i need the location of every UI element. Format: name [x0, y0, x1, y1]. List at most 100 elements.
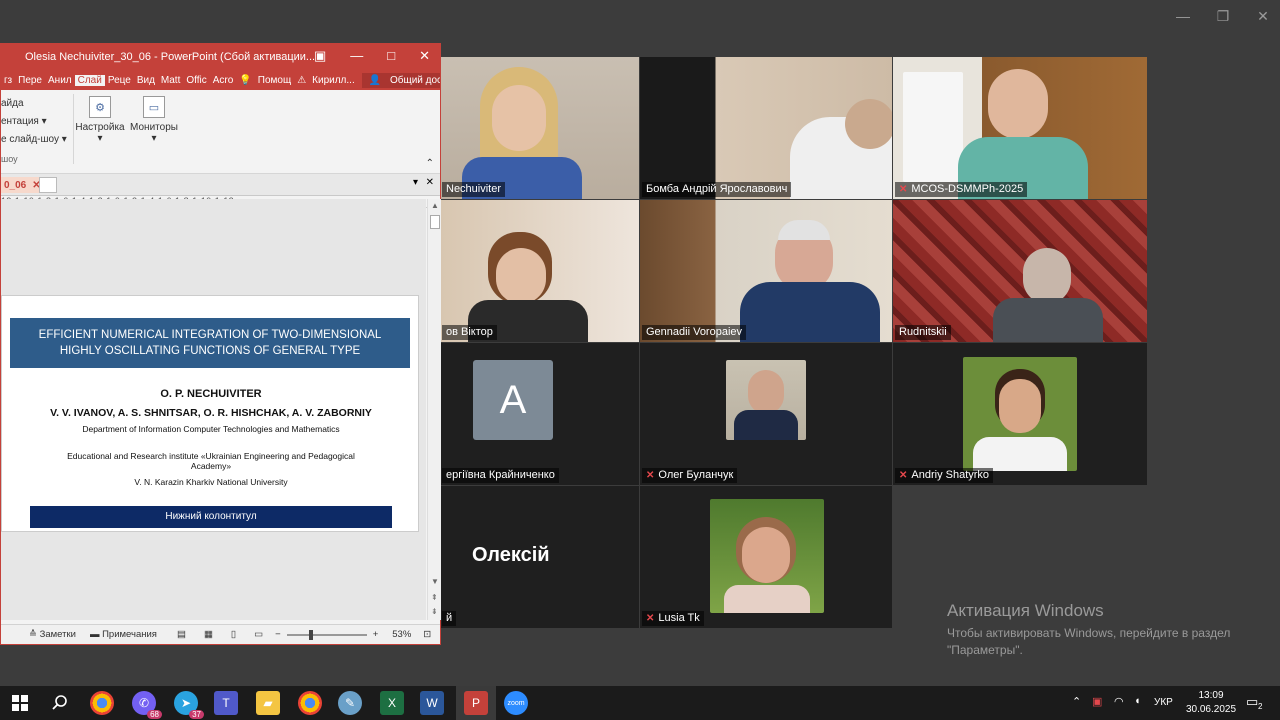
- viber-icon[interactable]: ✆ 68: [132, 691, 162, 719]
- new-tab-button[interactable]: [39, 177, 57, 193]
- restore-icon[interactable]: ❐: [1216, 8, 1230, 25]
- help-search[interactable]: Помощ: [255, 75, 294, 86]
- vertical-scrollbar[interactable]: ▲ ▼ ⇞ ⇟: [427, 199, 441, 620]
- account-warning[interactable]: Кирилл...: [309, 75, 358, 86]
- tab-review[interactable]: Реце: [105, 75, 134, 86]
- tab-animations[interactable]: Анил: [45, 75, 75, 86]
- scroll-thumb[interactable]: [430, 215, 440, 229]
- ribbon-item[interactable]: айда: [1, 98, 24, 109]
- avatar: [963, 357, 1077, 471]
- normal-view-icon[interactable]: ▤: [177, 629, 186, 640]
- zoom-slider[interactable]: [286, 629, 367, 640]
- participant-tile[interactable]: A ергіївна Крайниченко: [440, 343, 639, 485]
- chrome-icon[interactable]: [90, 691, 114, 715]
- word-icon[interactable]: W: [420, 691, 444, 715]
- zoom-icon[interactable]: zoom: [504, 691, 528, 715]
- participant-tile[interactable]: ✕ Andriy Shatyrko: [893, 343, 1147, 485]
- security-icon[interactable]: ▣: [1092, 695, 1102, 708]
- maximize-icon[interactable]: □: [387, 48, 395, 64]
- prev-slide-icon[interactable]: ⇞: [431, 593, 438, 602]
- zoom-in-icon[interactable]: +: [373, 629, 379, 640]
- zoom-out-icon[interactable]: −: [275, 629, 281, 640]
- slide-canvas[interactable]: EFFICIENT NUMERICAL INTEGRATION OF TWO-D…: [1, 199, 426, 620]
- ribbon-item[interactable]: ентация ▾: [1, 116, 47, 127]
- setup-button[interactable]: ⚙ Настройка ▾: [75, 96, 125, 144]
- document-tab[interactable]: 0_06 ✕: [1, 177, 44, 193]
- slide[interactable]: EFFICIENT NUMERICAL INTEGRATION OF TWO-D…: [1, 295, 419, 532]
- tab-view[interactable]: Вид: [134, 75, 158, 86]
- slideshow-view-icon[interactable]: ▭: [254, 629, 263, 640]
- wifi-icon[interactable]: ◠: [1114, 695, 1124, 708]
- warning-icon: ⚠: [297, 74, 307, 86]
- reading-view-icon[interactable]: ▯: [231, 629, 236, 640]
- next-slide-icon[interactable]: ⇟: [431, 607, 438, 616]
- tab-slideshow[interactable]: Слай: [74, 74, 105, 86]
- close-icon[interactable]: ✕: [419, 48, 430, 64]
- ribbon-item[interactable]: е слайд-шоу ▾: [1, 134, 67, 145]
- participant-tile[interactable]: ✕ Олег Буланчук: [640, 343, 892, 485]
- avatar: [710, 499, 824, 613]
- notifications-icon[interactable]: ▭ 2: [1246, 694, 1262, 711]
- minimize-icon[interactable]: —: [350, 48, 363, 64]
- powerpoint-taskbar-button[interactable]: P: [456, 686, 496, 720]
- comments-button[interactable]: ▬ Примечания: [90, 629, 157, 640]
- activation-text: Чтобы активировать Windows, перейдите в …: [947, 626, 1231, 657]
- setup-icon: ⚙: [89, 96, 111, 118]
- ribbon-display-icon[interactable]: ▣: [314, 48, 326, 64]
- participant-tile[interactable]: Олексій й: [440, 486, 639, 628]
- scroll-down-icon[interactable]: ▼: [431, 577, 439, 586]
- close-icon[interactable]: ✕: [1256, 8, 1270, 25]
- tab-transitions[interactable]: гз: [1, 75, 15, 86]
- participant-tile-active-speaker[interactable]: Gennadii Voropaiev: [640, 200, 892, 342]
- participant-name: ✕ Lusia Tk: [642, 611, 704, 626]
- telegram-icon[interactable]: ➤ 37: [174, 691, 204, 719]
- minimize-icon[interactable]: —: [1176, 8, 1190, 25]
- zoom-level[interactable]: 53%: [392, 629, 411, 640]
- search-icon[interactable]: [48, 691, 72, 715]
- fit-slide-icon[interactable]: ⊡: [423, 629, 431, 640]
- participant-tile[interactable]: Rudnitskii: [893, 200, 1147, 342]
- monitors-button[interactable]: ▭ Мониторы ▾: [128, 96, 180, 144]
- app-icon[interactable]: ✎: [338, 691, 362, 715]
- clock-date: 30.06.2025: [1185, 704, 1237, 715]
- status-bar: ≙ Заметки ▬ Примечания ▤ ▦ ▯ ▭ − + 53% ⊡: [1, 624, 440, 644]
- language-indicator[interactable]: УКР: [1154, 697, 1173, 708]
- windows-start-icon[interactable]: [8, 691, 32, 715]
- tab-office[interactable]: Offic: [183, 75, 209, 86]
- volume-icon[interactable]: ◖: [1134, 695, 1141, 707]
- tray-overflow-icon[interactable]: ⌃: [1072, 695, 1081, 708]
- participant-name: ергіївна Крайниченко: [442, 468, 559, 483]
- tab-transitions-2[interactable]: Пере: [15, 75, 45, 86]
- window-title: Olesia Nechuiviter_30_06 - PowerPoint (С…: [25, 51, 316, 63]
- participant-tile[interactable]: ✕ MCOS-DSMMPh-2025: [893, 57, 1147, 199]
- participant-tile[interactable]: ов Віктор: [440, 200, 639, 342]
- clock[interactable]: 13:09 30.06.2025: [1184, 689, 1238, 717]
- tab-acrobat[interactable]: Acro: [210, 75, 237, 86]
- powerpoint-window[interactable]: Olesia Nechuiviter_30_06 - PowerPoint (С…: [0, 43, 441, 645]
- mic-muted-icon: ✕: [646, 469, 655, 481]
- collapse-ribbon-icon[interactable]: ⌃: [426, 158, 434, 169]
- powerpoint-titlebar: Olesia Nechuiviter_30_06 - PowerPoint (С…: [1, 44, 440, 70]
- file-explorer-icon[interactable]: ▰: [256, 691, 280, 715]
- participant-tile[interactable]: ✕ Lusia Tk: [640, 486, 892, 628]
- close-pane-icon[interactable]: ✕: [426, 177, 434, 188]
- participant-tile[interactable]: Nechuiviter: [440, 57, 639, 199]
- tab-dropdown-icon[interactable]: ▾: [413, 177, 418, 188]
- tab-mathtype[interactable]: Matt: [158, 75, 183, 86]
- slide-sorter-icon[interactable]: ▦: [204, 629, 213, 640]
- person-icon: 👤: [368, 74, 382, 86]
- slide-footer: Нижний колонтитул: [30, 506, 392, 528]
- excel-icon[interactable]: X: [380, 691, 404, 715]
- participant-name: Gennadii Voropaiev: [642, 325, 747, 340]
- activation-title: Активация Windows: [947, 601, 1104, 620]
- monitors-label: Мониторы: [130, 122, 178, 133]
- chrome-profile-icon[interactable]: [298, 691, 322, 715]
- participant-name: ✕ MCOS-DSMMPh-2025: [895, 182, 1028, 197]
- setup-label: Настройка: [75, 122, 125, 133]
- teams-icon[interactable]: T: [214, 691, 238, 715]
- participant-tile[interactable]: Бомба Андрій Ярославович: [640, 57, 892, 199]
- clock-time: 13:09: [1198, 690, 1224, 701]
- notes-button[interactable]: ≙ Заметки: [29, 629, 76, 640]
- share-button[interactable]: 👤 Общий доступ: [361, 72, 440, 88]
- scroll-up-icon[interactable]: ▲: [431, 201, 439, 210]
